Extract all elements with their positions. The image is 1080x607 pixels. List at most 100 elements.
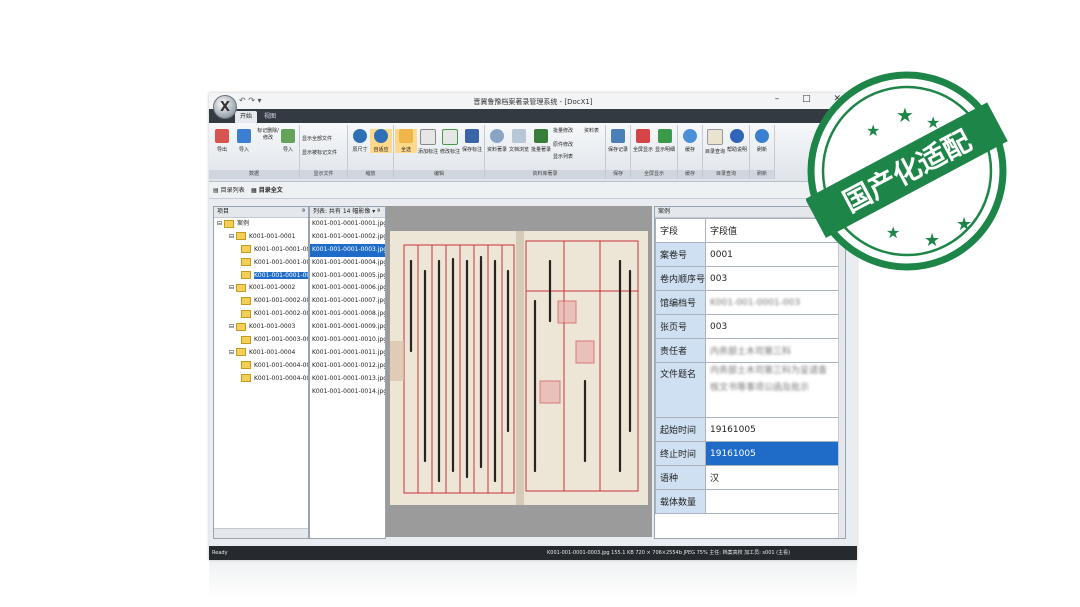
edit-annotation-button[interactable]: 修改标注 (439, 129, 461, 155)
file-list-item[interactable]: K001-001-0001-0008.jpg (310, 308, 385, 321)
fit-button[interactable]: 自适应 (370, 129, 392, 153)
title-bar: X ↶ ↷ ▾ 晋冀鲁豫档案著录管理系统 - [DocX1] – □ ✕ (209, 93, 857, 119)
button-label: 原尺寸 (352, 147, 368, 153)
expander-icon[interactable]: ⊟ (229, 233, 236, 240)
property-value[interactable]: 内务部土木司第三科为呈请查核文书等事项公函及批示 (705, 362, 839, 418)
save-record-button[interactable]: 保存记录 (607, 129, 629, 153)
refresh-button[interactable]: 刷新 (751, 129, 773, 153)
file-list-item[interactable]: K001-001-0001-0005.jpg (310, 270, 385, 283)
button-label: 全屏显示 (632, 147, 653, 153)
export-button[interactable]: 导出 (211, 129, 233, 153)
original-size-button[interactable]: 原尺寸 (349, 129, 371, 153)
expander-icon[interactable]: ⊟ (229, 349, 236, 356)
document-scan (390, 231, 648, 505)
tree-item[interactable]: K001-001-0002-001 (214, 295, 308, 308)
file-list-item[interactable]: K001-001-0001-0002.jpg (310, 231, 385, 244)
image-viewer[interactable] (386, 206, 652, 537)
property-row[interactable]: 文件题名 内务部土木司第三科为呈请查核文书等事项公函及批示 (655, 362, 839, 418)
folder-icon (235, 232, 246, 241)
file-list-item[interactable]: K001-001-0001-0012.jpg (310, 360, 385, 373)
property-row[interactable]: 张页号 003 (655, 314, 839, 339)
file-list-item[interactable]: K001-001-0001-0006.jpg (310, 282, 385, 295)
tree-item[interactable]: ⊟ 案例 (214, 218, 308, 231)
property-value[interactable]: 003 (705, 314, 839, 339)
pin-icon[interactable]: ª (302, 207, 308, 217)
property-value[interactable]: 汉 (705, 465, 839, 490)
doc-browse-button[interactable]: 文档浏览 (508, 129, 530, 153)
add-annotation-button[interactable]: 添加标注 (417, 129, 439, 155)
property-key: 卷内顺序号 (655, 266, 706, 291)
property-row[interactable]: 责任者 内务部土木司第三科 (655, 338, 839, 363)
catalog-query-button[interactable]: 目录查询 (704, 129, 726, 155)
window-title: 晋冀鲁豫档案著录管理系统 - [DocX1] (473, 98, 593, 106)
search-icon (707, 129, 723, 145)
batch-entry-button[interactable]: 批量著录 (530, 129, 552, 153)
file-list-header: 列表: 共有 14 幅影像 ▾ ª (310, 207, 385, 218)
tree-item[interactable]: ⊟ K001-001-0001 (214, 231, 308, 244)
import-button[interactable]: 导入 (233, 129, 255, 153)
batch-modify-button[interactable]: 批量修改 (553, 127, 583, 134)
property-value[interactable]: 19161005 (705, 441, 839, 466)
expander-icon[interactable]: ⊟ (229, 284, 236, 291)
show-list-button[interactable]: 显示列表 (553, 153, 583, 160)
file-list-item[interactable]: K001-001-0001-0003.jpg (310, 243, 385, 257)
expander-icon[interactable]: ⊟ (229, 323, 236, 330)
property-row[interactable]: 起始时间 19161005 (655, 417, 839, 442)
tree-item[interactable]: ⊟ K001-001-0004 (214, 347, 308, 360)
file-list-item[interactable]: K001-001-0001-0007.jpg (310, 295, 385, 308)
data-table-button[interactable]: 资料表 (584, 127, 604, 134)
file-list-item[interactable]: K001-001-0001-0013.jpg (310, 373, 385, 386)
tree-item[interactable]: K001-001-0002-002 (214, 308, 308, 321)
property-row[interactable]: 载体数量 (655, 489, 839, 514)
application-menu-button[interactable]: X (213, 95, 237, 119)
localization-stamp: ★ ★ ★ ★ ★ ★ 国产化适配 (806, 71, 1008, 271)
save-annotation-button[interactable]: 保存标注 (461, 129, 483, 153)
property-row[interactable]: 终止时间 19161005 (655, 441, 839, 466)
tab-home[interactable]: 开始 (235, 111, 258, 123)
tree-item[interactable]: K001-001-0003-001 (214, 334, 308, 347)
cache-button[interactable]: 缓存 (679, 129, 701, 153)
tab-view[interactable]: 视图 (259, 111, 281, 123)
tree-item[interactable]: K001-001-0001-001 (214, 244, 308, 257)
fullscreen-button[interactable]: 全屏显示 (632, 129, 654, 153)
orb-label: X (219, 99, 231, 115)
tab-catalog-fulltext[interactable]: ▦ 目录全文 (251, 185, 283, 194)
help-button[interactable]: 帮助说明 (726, 129, 748, 153)
file-list-item[interactable]: K001-001-0001-0009.jpg (310, 321, 385, 334)
ab-icon (534, 129, 548, 143)
property-row[interactable]: 语种汉 (655, 465, 839, 490)
tree-item[interactable]: K001-001-0001-002 (214, 257, 308, 270)
tree-item[interactable]: K001-001-0001-003 (214, 270, 308, 283)
button-label: 标记删除/修改 (257, 128, 279, 141)
file-list-item[interactable]: K001-001-0001-0011.jpg (310, 347, 385, 360)
file-list-item[interactable]: K001-001-0001-0010.jpg (310, 334, 385, 347)
tree-item[interactable]: ⊟ K001-001-0002 (214, 282, 308, 295)
property-value[interactable]: K001-001-0001-003 (705, 290, 839, 315)
show-all-files-button[interactable]: 显示全部文件 (302, 135, 345, 142)
insert-button[interactable]: 导入 (277, 129, 299, 153)
file-list-item[interactable]: K001-001-0001-0004.jpg (310, 257, 385, 270)
svg-text:★: ★ (886, 223, 900, 242)
button-label: 导入 (238, 147, 249, 153)
catalog-entry-button[interactable]: 资料著录 (486, 129, 508, 153)
ribbon-group-save: 保存记录 保存 (606, 125, 631, 179)
tree-item[interactable]: K001-001-0004-001 (214, 360, 308, 373)
show-detail-button[interactable]: 显示明细 (654, 129, 676, 153)
tree-item[interactable]: K001-001-0004-002 (214, 373, 308, 386)
show-marked-files-button[interactable]: 显示被标记文件 (302, 149, 345, 156)
group-label: 全屏显示 (631, 170, 677, 179)
file-list-item[interactable]: K001-001-0001-0001.jpg (310, 218, 385, 231)
property-value[interactable] (705, 489, 839, 514)
tree-item[interactable]: ⊟ K001-001-0003 (214, 321, 308, 334)
file-list-item[interactable]: K001-001-0001-0014.jpg (310, 386, 385, 399)
expander-icon[interactable]: ⊟ (217, 220, 224, 227)
button-label: 文档浏览 (508, 147, 529, 153)
original-modify-button[interactable]: 原件修改 (553, 141, 583, 148)
tree-horizontal-scrollbar[interactable] (214, 528, 308, 538)
property-value[interactable]: 内务部土木司第三科 (705, 338, 839, 363)
ribbon-group-cache: 缓存 缓存 (678, 125, 703, 179)
select-all-button[interactable]: 全选 (395, 129, 417, 153)
property-value[interactable]: 19161005 (705, 417, 839, 442)
property-row[interactable]: 馆编档号 K001-001-0001-003 (655, 290, 839, 315)
tab-catalog-list[interactable]: ▤ 目录列表 (213, 185, 245, 194)
